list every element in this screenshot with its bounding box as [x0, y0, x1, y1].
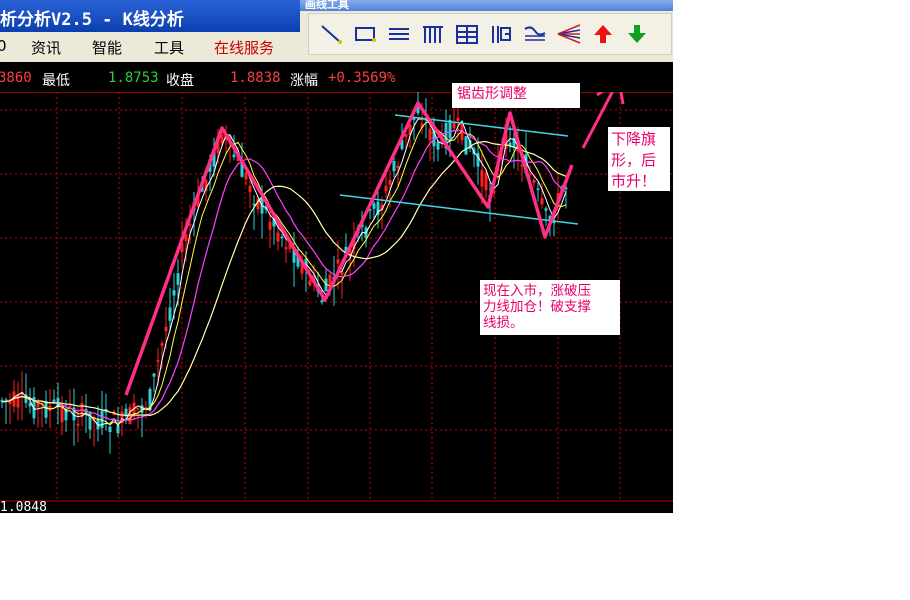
- down-arrow-tool-button[interactable]: [623, 20, 651, 48]
- change-value: +0.3569%: [328, 70, 396, 86]
- menu-bar: 0 资讯 智能 工具 在线服务: [0, 32, 300, 63]
- annotation-falling-flag-line: 市升！: [611, 172, 657, 190]
- candle-body: [544, 208, 548, 211]
- annotation-entry-advice-line: 现在入市，涨破压: [483, 283, 591, 299]
- up-arrow-icon: [594, 25, 612, 43]
- candle-body: [384, 185, 388, 192]
- candle-body: [164, 326, 168, 332]
- candle-body: [436, 142, 440, 150]
- annotation-zigzag: 锯齿形调整: [452, 83, 580, 108]
- fibonacci-box-tool-button[interactable]: [453, 20, 481, 48]
- annotation-falling-flag: 下降旗 形，后 市升！: [608, 127, 670, 191]
- ma-line-mid: [1, 121, 567, 426]
- candle-body: [108, 426, 112, 433]
- drawing-toolbar-title[interactable]: 画线工具: [300, 0, 673, 11]
- candle-body: [536, 188, 540, 190]
- candle-body: [244, 172, 248, 180]
- candle-body: [340, 272, 344, 275]
- candle-body: [60, 405, 64, 423]
- candle-body: [448, 119, 452, 139]
- cycle-lines-tool-button[interactable]: [487, 20, 515, 48]
- fan-lines-icon: [557, 24, 581, 44]
- parallel-lines-icon: [389, 28, 409, 40]
- candle-body: [540, 198, 544, 205]
- candle-body: [280, 236, 284, 239]
- candle-body: [152, 373, 156, 377]
- close-value: 1.8838: [230, 70, 281, 86]
- candle-body: [44, 400, 48, 418]
- close-label: 收盘: [166, 73, 194, 89]
- candle-body: [396, 165, 400, 169]
- candle-body: [372, 203, 376, 209]
- change-label: 涨幅: [290, 73, 318, 89]
- parallel-lines-tool-button[interactable]: [385, 20, 413, 48]
- menu-item-tools[interactable]: 工具: [154, 37, 184, 58]
- candle-body: [276, 232, 280, 242]
- percent-lines-icon: [524, 26, 546, 41]
- menu-item-partial[interactable]: 0: [0, 37, 7, 55]
- candle-body: [392, 161, 396, 172]
- percent-lines-tool-button[interactable]: [521, 20, 549, 48]
- candle-body: [476, 152, 480, 167]
- fan-lines-tool-button[interactable]: [555, 20, 583, 48]
- candle-body: [160, 343, 164, 346]
- tool-strip: [308, 13, 672, 55]
- window-title: 析分析V2.5 - K线分析: [0, 10, 184, 30]
- candle-body: [388, 180, 392, 185]
- candle-body: [172, 290, 176, 296]
- title-bar: 析分析V2.5 - K线分析: [0, 0, 300, 32]
- candle-body: [532, 180, 536, 183]
- low-label: 最低: [42, 73, 70, 89]
- annotation-falling-flag-line: 形，后: [611, 151, 657, 169]
- annotation-entry-advice-line: 线损。: [483, 315, 524, 331]
- candle-body: [52, 399, 56, 402]
- candle-body: [336, 259, 340, 264]
- ma-line-short: [1, 118, 567, 427]
- rectangle-tool-button[interactable]: [351, 20, 379, 48]
- menu-item-online-service[interactable]: 在线服务: [214, 37, 274, 58]
- candle-body: [176, 273, 180, 285]
- diagonal-line-icon: [321, 25, 342, 44]
- candle-body: [136, 407, 140, 410]
- bottom-axis-value: 1.0848: [0, 500, 47, 513]
- candle-body: [248, 185, 252, 193]
- menu-item-smart[interactable]: 智能: [92, 37, 122, 58]
- candle-body: [428, 128, 432, 141]
- candle-body: [284, 247, 288, 250]
- fibonacci-box-icon: [456, 25, 478, 44]
- gann-bars-tool-button[interactable]: [419, 20, 447, 48]
- candle-body: [68, 405, 72, 408]
- up-arrow-tool-button[interactable]: [589, 20, 617, 48]
- candle-body: [308, 280, 312, 286]
- kline-app-window: 析分析V2.5 - K线分析 0 资讯 智能 工具 在线服务 画线工具 3860…: [0, 0, 673, 513]
- menu-item-news[interactable]: 资讯: [31, 37, 61, 58]
- gann-bars-icon: [423, 26, 443, 43]
- candle-body: [320, 300, 324, 303]
- diagonal-line-tool-button[interactable]: [317, 20, 345, 48]
- candle-body: [480, 169, 484, 187]
- candle-body: [484, 172, 488, 191]
- annotation-falling-flag-line: 下降旗: [611, 130, 657, 148]
- candle-body: [232, 154, 236, 158]
- rectangle-icon: [355, 27, 376, 42]
- quote-prefix-value: 3860: [0, 70, 32, 86]
- annotation-entry-advice-line: 力线加仓！破支撑: [483, 299, 591, 315]
- annotation-entry-advice: 现在入市，涨破压 力线加仓！破支撑 线损。: [480, 280, 620, 335]
- candle-body: [168, 307, 172, 321]
- low-value: 1.8753: [108, 70, 159, 86]
- candle-body: [156, 360, 160, 362]
- candle-body: [464, 136, 468, 155]
- drawing-toolbar-title-text: 画线工具: [305, 0, 349, 11]
- candle-body: [268, 221, 272, 230]
- down-arrow-icon: [628, 25, 646, 43]
- candle-body: [76, 423, 80, 426]
- drawing-toolbar: 画线工具: [300, 0, 673, 62]
- candle-body: [88, 411, 92, 430]
- candle-body: [456, 117, 460, 121]
- candle-body: [128, 407, 132, 425]
- cycle-lines-icon: [492, 26, 511, 43]
- candle-body: [116, 425, 120, 434]
